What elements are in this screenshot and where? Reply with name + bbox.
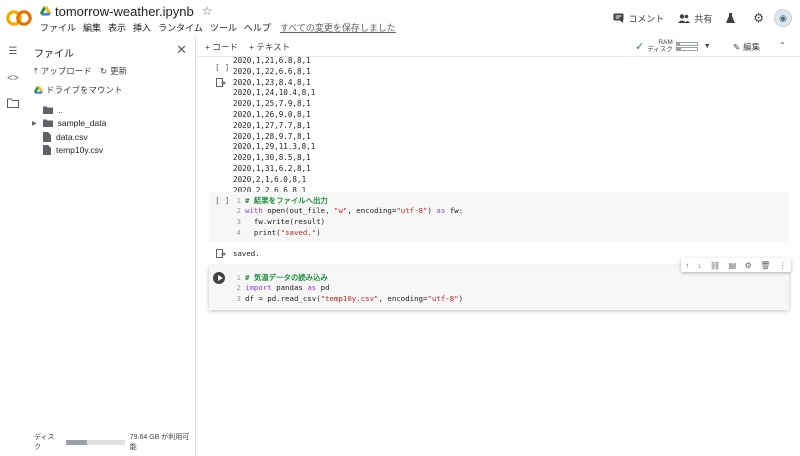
code-line[interactable]: 2 import pandas as pd [227, 283, 330, 292]
file-item-parent[interactable]: .. [43, 105, 63, 115]
file-panel-title: ファイル [34, 49, 74, 60]
upload-button[interactable]: ⤒ アップロード [34, 65, 92, 77]
disk-fill [676, 47, 681, 50]
save-status[interactable]: すべての変更を保存しました [280, 21, 396, 34]
refresh-icon: ↻ [100, 65, 108, 76]
ram-bar [675, 41, 698, 46]
menu-view[interactable]: 表示 [108, 21, 126, 34]
edit-button[interactable]: ✎ 編集 [733, 41, 760, 53]
file-name: temp10y.csv [56, 145, 104, 155]
chevron-down-icon[interactable]: ▼ [704, 43, 711, 50]
disk-usage: ディスク 79.64 GB が利用可能 [34, 432, 195, 452]
delete-icon[interactable]: 🗑 [760, 261, 770, 270]
toc-icon[interactable]: ☰ [6, 44, 20, 58]
output-icon[interactable] [216, 78, 226, 88]
disk-usage-bar [65, 439, 125, 445]
add-code-button[interactable]: + コード [205, 41, 238, 53]
menu-insert[interactable]: 挿入 [133, 21, 151, 34]
code-line[interactable]: 1 # 気温データの読み込み [227, 272, 328, 283]
mount-drive-label: ドライブをマウント [46, 85, 123, 95]
collapse-icon[interactable]: ⌃ [779, 41, 786, 50]
comment-label: コメント [628, 13, 665, 24]
notebook-area: + コード + テキスト ✓ RAM ディスク ▼ ✎ 編集 ⌃ [ ] 202… [197, 36, 800, 456]
run-button[interactable] [213, 272, 225, 284]
add-text-button[interactable]: + テキスト [249, 41, 290, 53]
cell1-prompt[interactable]: [ ] [215, 63, 229, 72]
edit-label: 編集 [743, 42, 761, 52]
flask-button[interactable] [726, 13, 739, 23]
code-line[interactable]: 1 # 結果をファイルへ出力 [227, 195, 328, 206]
menu-help[interactable]: ヘルプ [244, 21, 271, 34]
file-name: sample_data [57, 118, 107, 128]
move-down-icon[interactable]: ↓ [698, 261, 702, 270]
code-line[interactable]: 2 with open(out_file, "w", encoding="utf-… [227, 206, 464, 215]
star-icon[interactable]: ☆ [202, 4, 213, 18]
refresh-button[interactable]: ↻ 更新 [100, 65, 127, 77]
drive-icon [40, 6, 51, 16]
file-name: data.csv [56, 132, 88, 142]
file-name: .. [58, 105, 63, 115]
pencil-icon: ✎ [733, 41, 741, 52]
mount-drive-button[interactable]: ドライブをマウント [34, 84, 123, 96]
comment-icon [613, 13, 624, 23]
cell1-output: 2020,1,21,6.8,8,1 2020,1,22,6.6,8,1 2020… [233, 56, 316, 195]
comment-icon[interactable]: ▤ [729, 261, 737, 270]
menu-runtime[interactable]: ランタイム [158, 21, 203, 34]
settings-button[interactable]: ⚙ [753, 11, 764, 25]
ram-label: RAM [658, 39, 673, 46]
code-snippets-icon[interactable]: <> [6, 71, 20, 85]
upload-label: アップロード [40, 66, 92, 76]
disk-usage-fill [65, 439, 87, 445]
folder-icon[interactable] [6, 96, 20, 110]
menu-file[interactable]: ファイル [40, 21, 76, 34]
output-icon[interactable] [216, 249, 226, 259]
disk-label: ディスク [34, 434, 55, 451]
share-button[interactable]: 共有 [678, 12, 712, 25]
cell-toolbar: ↑ ↓ ⛓ ▤ ⚙ 🗑 ⋮ [681, 258, 791, 272]
move-up-icon[interactable]: ↑ [685, 261, 689, 270]
code-line[interactable]: 3 df = pd.read_csv("temp10y.csv", encodin… [227, 294, 464, 303]
resource-indicator[interactable]: ✓ RAM ディスク ▼ [635, 39, 711, 53]
more-icon[interactable]: ⋮ [779, 261, 787, 270]
file-icon [43, 145, 51, 155]
code-line[interactable]: 3 fw.write(result) [227, 217, 326, 226]
header: tomorrow-weather.ipynb ☆ ファイル 編集 表示 挿入 ラ… [0, 0, 800, 36]
share-label: 共有 [694, 13, 713, 24]
upload-icon: ⤒ [34, 65, 38, 76]
code-line[interactable]: 4 print("saved.") [227, 228, 321, 237]
file-panel: ファイル ✕ ⤒ アップロード ↻ 更新 ドライブをマウント .. ▶ samp… [26, 36, 196, 456]
drive-icon [34, 86, 43, 94]
menu-edit[interactable]: 編集 [83, 21, 101, 34]
folder-up-icon [43, 106, 53, 114]
file-icon [43, 132, 51, 142]
disk-available: 79.64 GB が利用可能 [129, 434, 190, 451]
chevron-right-icon[interactable]: ▶ [32, 120, 37, 127]
comment-button[interactable]: コメント [613, 12, 664, 25]
file-item-data-csv[interactable]: data.csv [43, 132, 88, 142]
flask-icon [726, 13, 736, 23]
cell2-output: saved. [233, 249, 260, 258]
gear-icon[interactable]: ⚙ [745, 261, 752, 270]
menu-bar: ファイル 編集 表示 挿入 ランタイム ツール ヘルプ すべての変更を保存しまし… [40, 21, 403, 34]
refresh-label: 更新 [110, 66, 128, 76]
file-item-sample-data[interactable]: ▶ sample_data [32, 118, 106, 128]
file-item-temp10y-csv[interactable]: temp10y.csv [43, 145, 103, 155]
disk-label: ディスク [647, 46, 673, 53]
check-icon: ✓ [635, 40, 645, 53]
gear-icon: ⚙ [753, 11, 764, 25]
avatar[interactable]: ◉ [774, 9, 792, 27]
ram-fill [676, 42, 680, 45]
menu-tools[interactable]: ツール [210, 21, 237, 34]
link-icon[interactable]: ⛓ [710, 261, 720, 270]
left-rail: ☰ <> [0, 36, 26, 456]
colab-logo[interactable] [6, 8, 32, 28]
people-icon [678, 13, 691, 23]
notebook-toolbar: + コード + テキスト ✓ RAM ディスク ▼ ✎ 編集 ⌃ [197, 36, 800, 57]
disk-bar [675, 46, 698, 51]
notebook-title[interactable]: tomorrow-weather.ipynb [55, 4, 194, 19]
folder-icon [42, 119, 53, 127]
close-icon[interactable]: ✕ [176, 42, 187, 58]
